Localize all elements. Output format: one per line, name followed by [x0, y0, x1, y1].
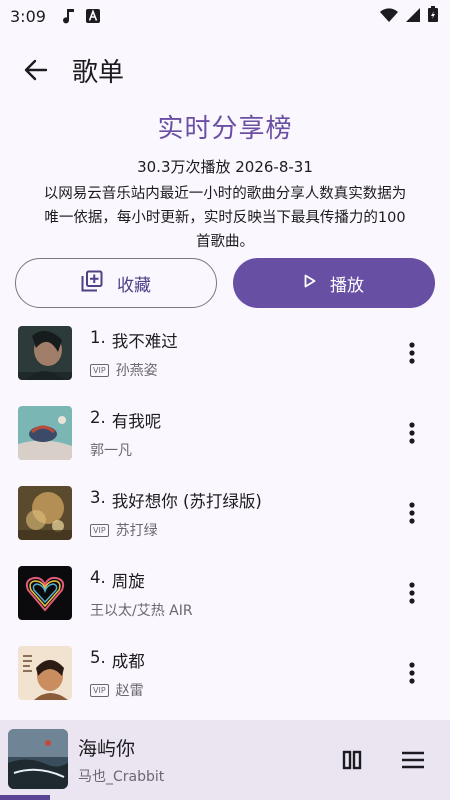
- song-row[interactable]: 1. 我不难过 VIP 孙燕姿: [0, 318, 450, 398]
- more-vert-icon[interactable]: [398, 658, 426, 688]
- now-playing-title: 海屿你: [78, 738, 136, 760]
- play-all-button[interactable]: 播放: [233, 258, 435, 308]
- song-index: 1.: [90, 328, 106, 347]
- more-vert-icon[interactable]: [398, 418, 426, 448]
- song-list: 1. 我不难过 VIP 孙燕姿 2. 有我呢 郭一凡 3. 我好想你 (苏打绿版…: [0, 318, 450, 718]
- vip-badge: VIP: [90, 363, 109, 377]
- music-note-icon: [62, 8, 76, 24]
- pause-icon[interactable]: [340, 748, 364, 772]
- battery-icon: [428, 6, 438, 26]
- song-title: 我好想你 (苏打绿版): [111, 492, 262, 511]
- playback-progress[interactable]: [0, 795, 450, 800]
- song-index: 2.: [90, 408, 106, 427]
- song-row[interactable]: 2. 有我呢 郭一凡: [0, 398, 450, 478]
- playlist-meta: 30.3万次播放 2026-8-31: [137, 158, 313, 176]
- vip-badge: VIP: [90, 523, 109, 537]
- vip-badge: VIP: [90, 683, 109, 697]
- collect-label: 收藏: [117, 275, 151, 296]
- collect-button[interactable]: 收藏: [15, 258, 217, 308]
- status-bar: 3:09: [0, 0, 450, 32]
- song-title: 周旋: [111, 572, 145, 591]
- back-arrow-icon[interactable]: [22, 56, 50, 84]
- signal-icon: [406, 7, 420, 26]
- song-artist: 孙燕姿: [115, 363, 158, 379]
- song-row[interactable]: 3. 我好想你 (苏打绿版) VIP 苏打绿: [0, 478, 450, 558]
- song-artist: 王以太/艾热 AIR: [90, 603, 193, 619]
- playback-progress-fill: [0, 795, 50, 800]
- playlist-description: 以网易云音乐站内最近一小时的歌曲分享人数真实数据为唯一依据，每小时更新，实时反映…: [43, 186, 407, 250]
- album-cover: [18, 646, 72, 700]
- more-vert-icon[interactable]: [398, 498, 426, 528]
- play-icon: [304, 273, 316, 293]
- now-playing-cover[interactable]: [8, 729, 68, 789]
- song-title: 成都: [111, 652, 145, 671]
- album-cover: [18, 486, 72, 540]
- album-cover: [18, 566, 72, 620]
- wifi-icon: [380, 7, 398, 26]
- more-vert-icon[interactable]: [398, 338, 426, 368]
- page-title: 歌单: [72, 57, 125, 88]
- font-a-icon: [85, 9, 100, 23]
- song-artist: 郭一凡: [90, 443, 132, 459]
- album-cover: [18, 406, 72, 460]
- play-label: 播放: [330, 275, 364, 296]
- add-to-library-icon: [81, 270, 103, 297]
- more-vert-icon[interactable]: [398, 578, 426, 608]
- mini-player[interactable]: 海屿你 马也_Crabbit: [0, 720, 450, 800]
- playlist-title: 实时分享榜: [157, 114, 293, 144]
- song-artist: 苏打绿: [115, 523, 158, 539]
- song-index: 3.: [90, 488, 106, 507]
- song-title: 我不难过: [111, 332, 178, 351]
- song-artist: 赵雷: [115, 683, 144, 699]
- album-cover: [18, 326, 72, 380]
- song-index: 5.: [90, 648, 106, 667]
- song-index: 4.: [90, 568, 106, 587]
- app-bar: 歌单: [0, 40, 450, 100]
- status-time: 3:09: [10, 6, 46, 26]
- now-playing-artist: 马也_Crabbit: [78, 769, 165, 785]
- song-title: 有我呢: [111, 412, 162, 431]
- song-row[interactable]: 5. 成都 VIP 赵雷: [0, 638, 450, 718]
- song-row[interactable]: 4. 周旋 王以太/艾热 AIR: [0, 558, 450, 638]
- playlist-queue-icon[interactable]: [400, 748, 426, 772]
